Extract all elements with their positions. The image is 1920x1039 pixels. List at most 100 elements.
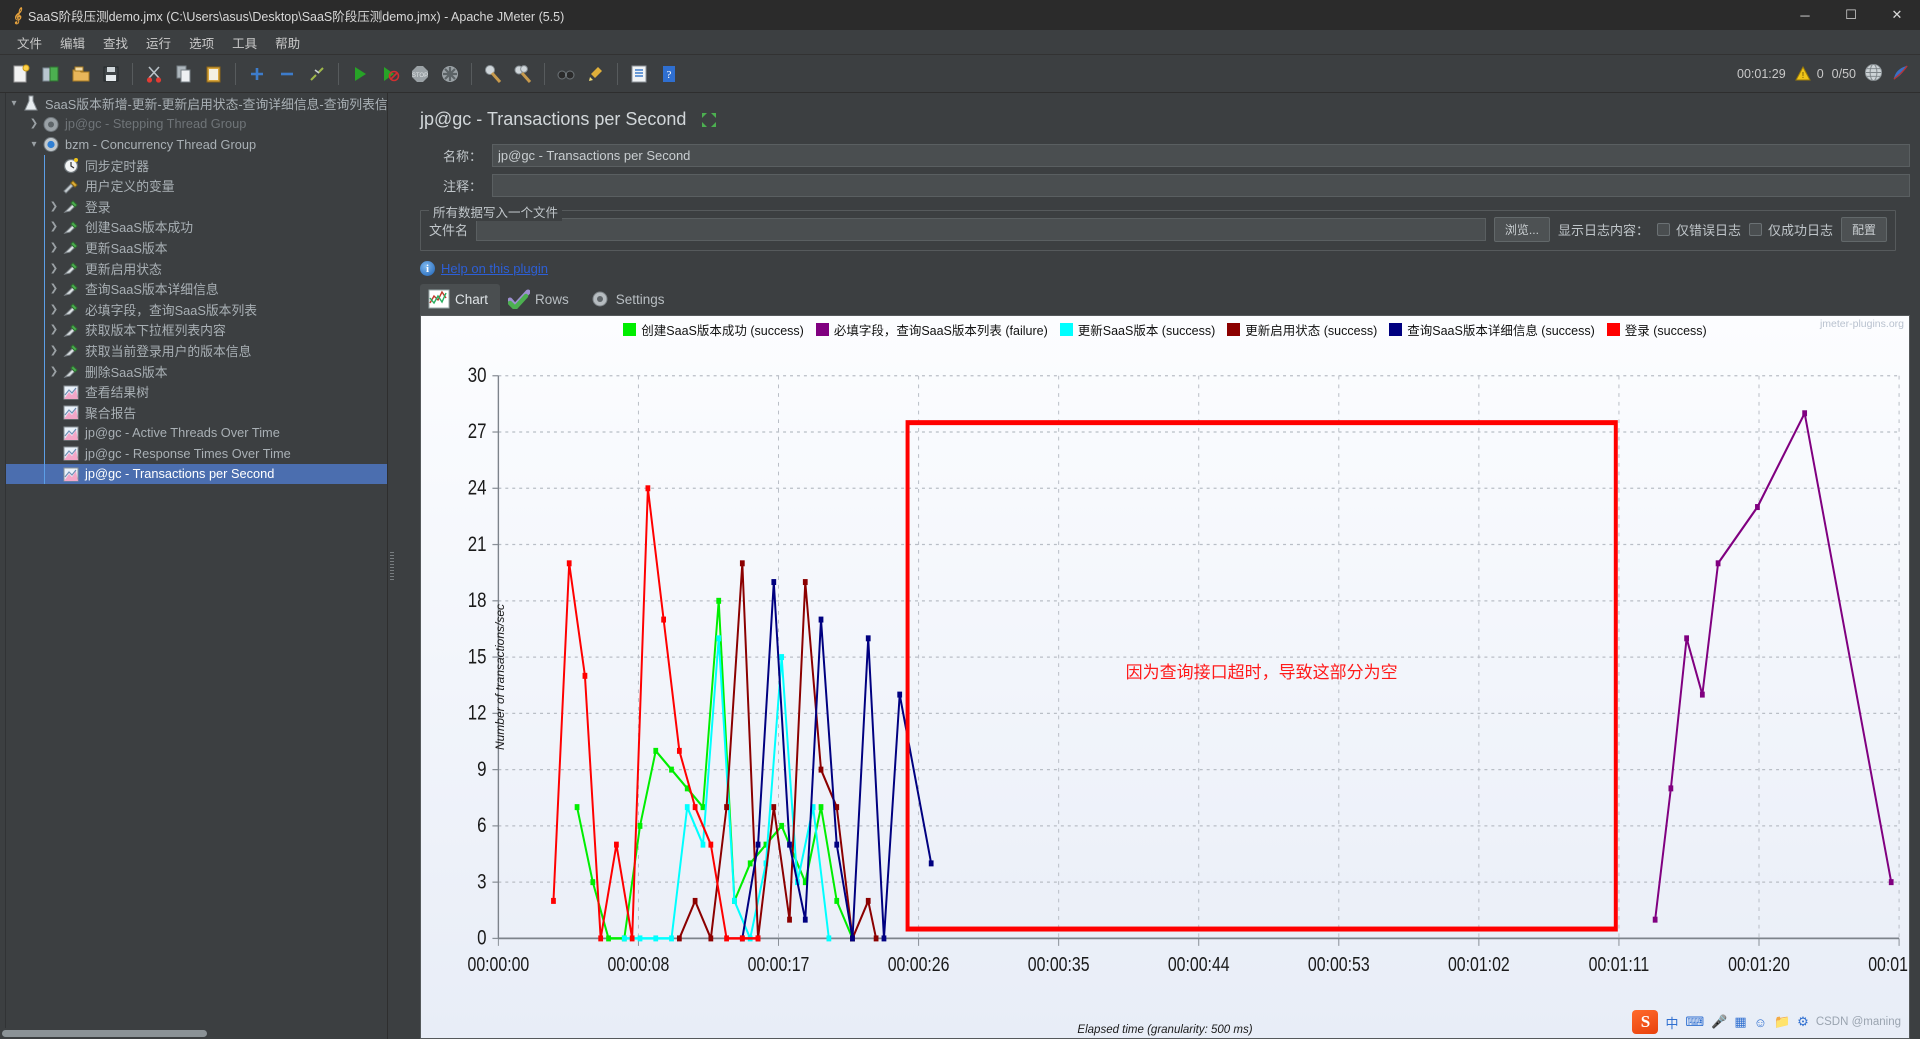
tree-item-1[interactable]: ❯ jp@gc - Stepping Thread Group [0,114,387,135]
tree-item-11[interactable]: ❯ 获取版本下拉框列表内容 [0,320,387,341]
success-only-checkbox-row[interactable]: 仅成功日志 [1748,220,1833,239]
folder-icon[interactable]: 📁 [1774,1014,1790,1030]
shutdown-icon[interactable] [437,61,463,87]
tree-item-4[interactable]: 用户定义的变量 [0,175,387,196]
comment-input[interactable] [492,174,1910,197]
tree-item-15[interactable]: 聚合报告 [0,402,387,423]
function-helper-icon[interactable] [626,61,652,87]
help-on-plugin-link[interactable]: Help on this plugin [441,261,548,276]
keyboard-icon[interactable]: ⌨ [1685,1014,1704,1030]
tree-item-12[interactable]: ❯ 获取当前登录用户的版本信息 [0,340,387,361]
series-point [802,916,808,923]
minimize-button[interactable]: ─ [1782,0,1828,30]
voice-icon[interactable]: 🎤 [1711,1014,1727,1030]
tree-item-9[interactable]: ❯ 查询SaaS版本详细信息 [0,278,387,299]
chevron-right-icon[interactable]: ❯ [46,304,62,315]
tree-horizontal-scrollbar[interactable] [0,1028,387,1039]
toolbox-icon[interactable]: ⚙ [1797,1014,1809,1030]
menu-item-5[interactable]: 工具 [223,31,266,54]
tree-item-10[interactable]: ❯ 必填字段，查询SaaS版本列表 [0,299,387,320]
tree-item-7[interactable]: ❯ 更新SaaS版本 [0,237,387,258]
help-icon[interactable]: ? [656,61,682,87]
stop-icon[interactable]: STOP [407,61,433,87]
tab-chart[interactable]: Chart [420,284,501,315]
gear-icon [589,289,609,309]
start-no-pauses-icon[interactable] [377,61,403,87]
chevron-down-icon[interactable]: ▾ [26,139,42,150]
chevron-right-icon[interactable]: ❯ [46,324,62,335]
tree-item-5[interactable]: ❯ 登录 [0,196,387,217]
errors-only-checkbox-row[interactable]: 仅错误日志 [1656,220,1741,239]
globe-icon[interactable] [1864,63,1883,85]
chevron-right-icon[interactable]: ❯ [46,366,62,377]
menu-item-4[interactable]: 选项 [180,31,223,54]
chevron-right-icon[interactable]: ❯ [46,263,62,274]
templates-icon[interactable] [38,61,64,87]
name-input[interactable] [492,144,1910,167]
menu-item-0[interactable]: 文件 [8,31,51,54]
splitter-grip[interactable] [390,552,394,580]
copy-icon[interactable] [171,61,197,87]
expand-all-icon[interactable] [244,61,270,87]
tree-item-3[interactable]: 同步定时器 [0,155,387,176]
chevron-down-icon[interactable]: ▾ [6,98,22,109]
browse-button[interactable]: 浏览... [1493,217,1550,242]
sogou-ime-icon[interactable]: S [1632,1010,1659,1034]
cut-icon[interactable] [141,61,167,87]
menu-item-2[interactable]: 查找 [94,31,137,54]
search-icon[interactable] [553,61,579,87]
tree-item-2[interactable]: ▾ bzm - Concurrency Thread Group [0,134,387,155]
ime-lang-label[interactable]: 中 [1665,1013,1678,1032]
errors-only-checkbox[interactable] [1656,223,1670,236]
test-plan-tree[interactable]: ▾ SaaS版本新增-更新-更新启用状态-查询详细信息-查询列表信息- ❯ jp@gc… [0,93,388,1039]
series-point [881,935,887,942]
panel-splitter[interactable] [388,93,396,1039]
tree-item-14[interactable]: 查看结果树 [0,381,387,402]
tree-item-6[interactable]: ❯ 创建SaaS版本成功 [0,217,387,238]
chevron-right-icon[interactable]: ❯ [46,345,62,356]
scrollbar-thumb[interactable] [2,1030,207,1037]
menu-item-1[interactable]: 编辑 [51,31,94,54]
start-icon[interactable] [347,61,373,87]
tab-rows[interactable]: Rows [500,284,581,315]
clear-all-icon[interactable] [510,61,536,87]
window-title: SaaS阶段压测demo.jmx (C:\Users\asus\Desktop\… [28,9,565,24]
tree-item-8[interactable]: ❯ 更新启用状态 [0,258,387,279]
maximize-button[interactable]: ☐ [1828,0,1874,30]
menu-item-3[interactable]: 运行 [137,31,180,54]
name-field-row: 名称： [406,144,1910,167]
tab-settings[interactable]: Settings [581,284,677,315]
panel-icon[interactable]: ▦ [1734,1014,1746,1030]
chevron-right-icon[interactable]: ❯ [46,221,62,232]
tree-item-18[interactable]: jp@gc - Transactions per Second [0,463,387,485]
tree-item-16[interactable]: jp@gc - Active Threads Over Time [0,423,387,444]
tree-item-0[interactable]: ▾ SaaS版本新增-更新-更新启用状态-查询详细信息-查询列表信息- [0,93,387,114]
filename-input[interactable] [476,218,1486,241]
chevron-right-icon[interactable]: ❯ [46,283,62,294]
chevron-right-icon[interactable]: ❯ [26,118,42,129]
save-icon[interactable] [98,61,124,87]
tree-item-17[interactable]: jp@gc - Response Times Over Time [0,443,387,464]
collapse-all-icon[interactable] [274,61,300,87]
success-only-checkbox[interactable] [1748,223,1762,236]
emoji-icon[interactable]: ☺ [1754,1015,1767,1030]
configure-button[interactable]: 配置 [1840,217,1887,242]
expand-arrows-icon[interactable] [700,111,718,129]
clear-icon[interactable] [480,61,506,87]
paste-icon[interactable] [201,61,227,87]
warning-indicator[interactable]: ! 0 [1794,65,1824,83]
variables-icon [62,178,80,194]
toggle-icon[interactable] [304,61,330,87]
open-icon[interactable] [68,61,94,87]
tree-item-13[interactable]: ❯ 删除SaaS版本 [0,361,387,382]
http-sampler-icon [62,260,80,276]
ime-toolbar[interactable]: S 中 ⌨ 🎤 ▦ ☺ 📁 ⚙ CSDN @maning [1632,1010,1901,1034]
chart-container[interactable]: 创建SaaS版本成功 (success) 必填字段，查询SaaS版本列表 (fai… [420,315,1910,1039]
close-button[interactable]: ✕ [1874,0,1920,30]
toolbar-separator [235,62,236,85]
chevron-right-icon[interactable]: ❯ [46,242,62,253]
chevron-right-icon[interactable]: ❯ [46,201,62,212]
new-icon[interactable] [8,61,34,87]
reset-search-icon[interactable] [583,61,609,87]
menu-item-6[interactable]: 帮助 [266,31,309,54]
